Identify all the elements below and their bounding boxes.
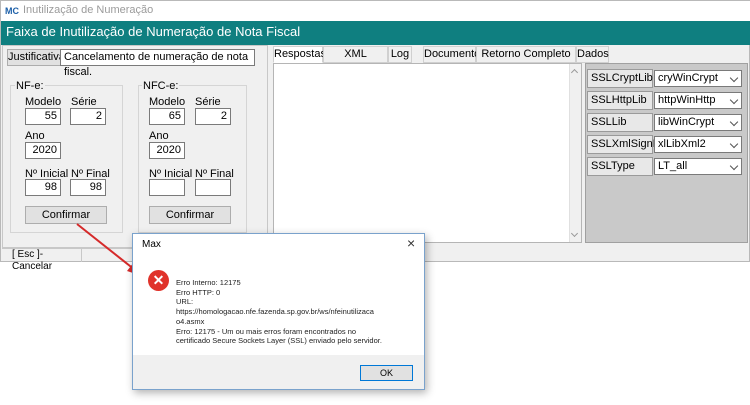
dialog-footer: OK xyxy=(133,355,424,389)
error-icon: ✕ xyxy=(148,270,169,291)
dialog-message: Erro Interno: 12175 Erro HTTP: 0 URL: ht… xyxy=(176,278,382,346)
ok-button[interactable]: OK xyxy=(360,365,413,381)
close-icon[interactable]: × xyxy=(407,235,415,251)
error-dialog: Max × ✕ Erro Interno: 12175 Erro HTTP: 0… xyxy=(132,233,425,390)
dialog-title: Max xyxy=(142,239,161,250)
